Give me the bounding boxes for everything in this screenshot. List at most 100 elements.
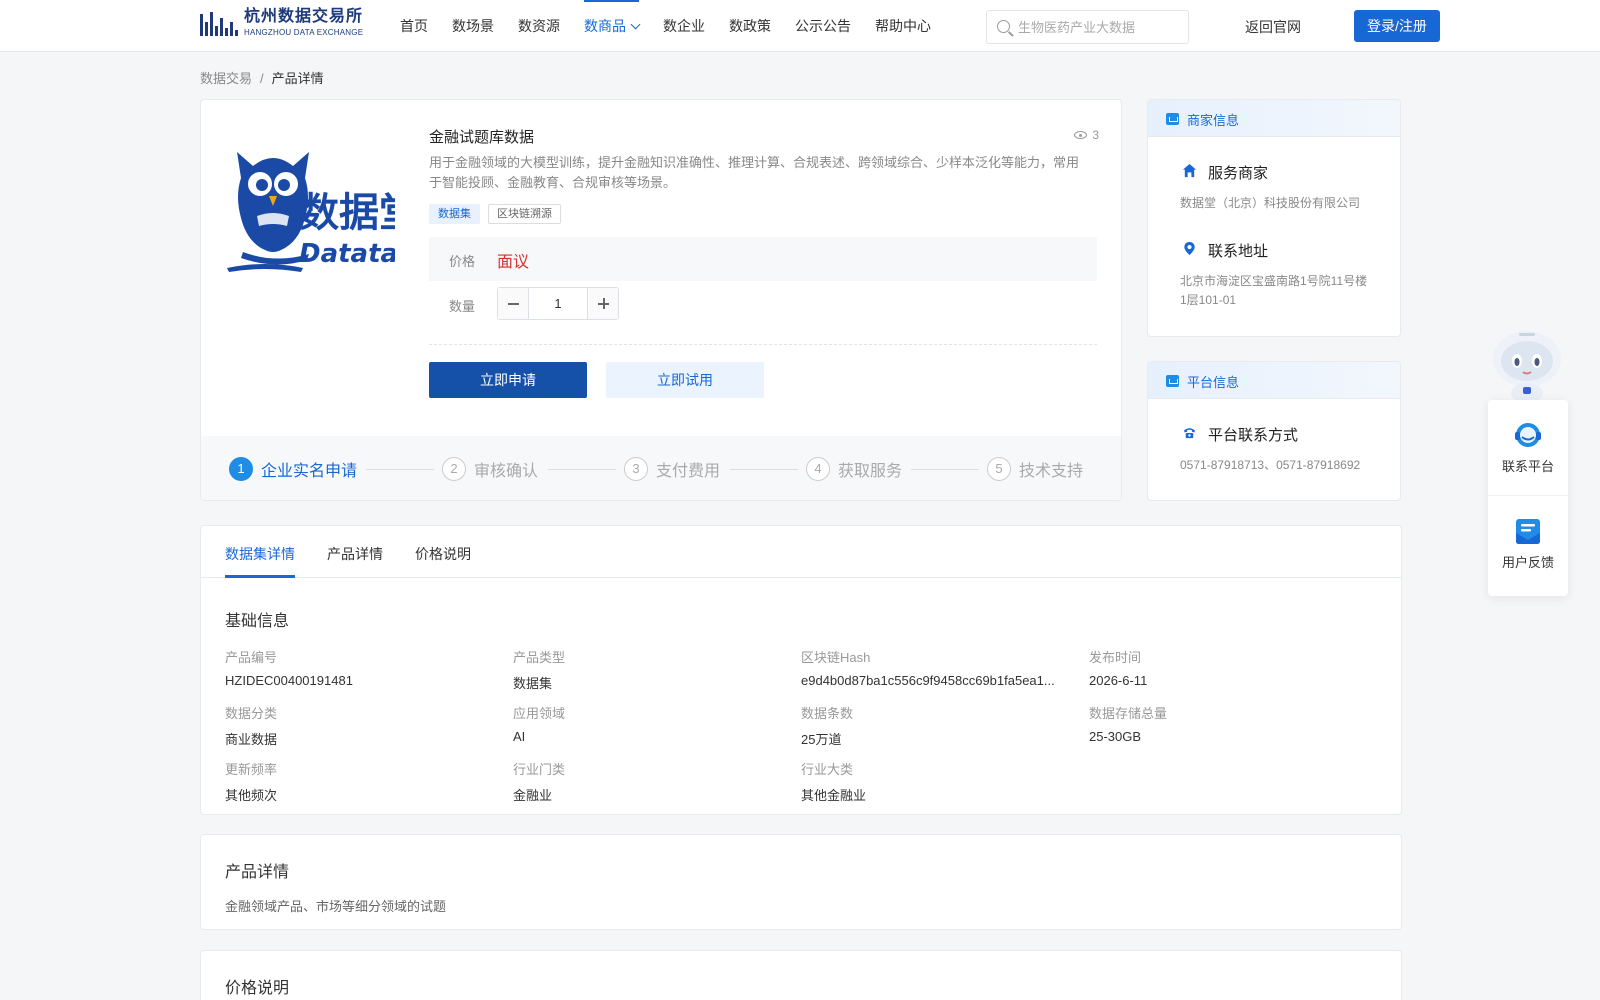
field-value: 2026-6-11 [1089, 673, 1148, 688]
basic-info-title: 基础信息 [225, 613, 290, 630]
assistant-robot-icon[interactable] [1487, 325, 1567, 403]
tag-blockchain: 区块链溯源 [488, 204, 561, 224]
field-label: 区块链Hash [801, 650, 871, 665]
eye-icon [1074, 131, 1088, 139]
nav-enterprises[interactable]: 数企业 [663, 0, 705, 52]
field-value: 金融业 [513, 788, 553, 803]
site-logo[interactable]: 杭州数据交易所 HANGZHOU DATA EXCHANGE [200, 9, 363, 37]
nav-scenarios[interactable]: 数场景 [452, 0, 494, 52]
increase-button[interactable] [587, 288, 618, 319]
price-info-card: 价格说明 [200, 950, 1402, 1000]
tab-dataset-details[interactable]: 数据集详情 [225, 544, 295, 564]
trial-button[interactable]: 立即试用 [606, 362, 764, 398]
login-register-button[interactable]: 登录/注册 [1354, 10, 1440, 42]
field-value: 其他频次 [225, 788, 278, 803]
product-detail-title: 产品详情 [225, 864, 290, 881]
nav-home[interactable]: 首页 [400, 0, 428, 52]
field-value: e9d4b0d87ba1c556c9f9458cc69b1fa5ea1... [801, 673, 1055, 688]
step-3-label: 支付费用 [656, 463, 721, 480]
step-1: 1 企业实名申请 [229, 457, 357, 481]
field-industry-major: 行业大类 其他金融业 [801, 759, 1081, 804]
search-input[interactable] [1018, 11, 1183, 43]
contact-platform-label: 联系平台 [1501, 459, 1554, 474]
nav-policies[interactable]: 数政策 [729, 0, 771, 52]
dataset-detail-card: 数据集详情 产品详情 价格说明 基础信息 产品编号 HZIDEC004001914… [200, 525, 1402, 815]
service-merchant-title: 服务商家 [1208, 165, 1269, 182]
nav-announcements[interactable]: 公示公告 [795, 0, 851, 52]
step-connector [366, 469, 434, 470]
quantity-label: 数量 [449, 299, 476, 314]
logo-mark-icon [200, 10, 238, 36]
merchant-info-title: 商家信息 [1187, 113, 1240, 128]
apply-button[interactable]: 立即申请 [429, 362, 587, 398]
platform-info-header: 平台信息 [1148, 362, 1400, 399]
product-logo-en: Datatang [299, 239, 395, 269]
view-count-value: 3 [1092, 128, 1099, 142]
active-tab-indicator [225, 575, 295, 578]
nav-help[interactable]: 帮助中心 [875, 0, 931, 52]
step-connector [730, 469, 798, 470]
field-storage-total: 数据存储总量 25-30GB [1089, 703, 1369, 744]
field-value: 25-30GB [1089, 729, 1142, 744]
user-feedback-button[interactable]: 用户反馈 [1488, 495, 1568, 571]
store-icon [1166, 113, 1179, 125]
field-label: 发布时间 [1089, 650, 1142, 665]
search-box [986, 10, 1189, 44]
field-label: 数据存储总量 [1089, 706, 1168, 721]
contact-platform-button[interactable]: 联系平台 [1488, 420, 1568, 475]
process-steps: 1 企业实名申请 2 审核确认 3 支付费用 4 获取服务 5 技术支持 [201, 436, 1121, 500]
field-label: 行业大类 [801, 762, 854, 777]
field-industry-sector: 行业门类 金融业 [513, 759, 793, 804]
step-5-number: 5 [987, 457, 1011, 481]
divider [429, 344, 1097, 345]
nav-resources[interactable]: 数资源 [518, 0, 560, 52]
field-product-id: 产品编号 HZIDEC00400191481 [225, 647, 505, 688]
product-title: 金融试题库数据 [429, 129, 535, 146]
step-4-label: 获取服务 [838, 463, 903, 480]
product-logo-cn: 数据堂 [299, 190, 395, 236]
nav-products[interactable]: 数商品 [584, 0, 641, 52]
quantity-input[interactable]: 1 [529, 288, 587, 319]
price-info-title: 价格说明 [225, 980, 290, 997]
tab-price-info[interactable]: 价格说明 [415, 544, 471, 564]
platform-info-card: 平台信息 平台联系方式 0571-87918713、0571-87918692 [1147, 361, 1401, 501]
platform-info-title: 平台信息 [1187, 375, 1240, 390]
price-value: 面议 [497, 254, 530, 271]
phone-icon [1183, 428, 1196, 439]
product-card: 数据堂 Datatang 金融试题库数据 3 用于金融领域的大模型训练，提升金融… [200, 99, 1122, 501]
field-value: 商业数据 [225, 732, 278, 747]
step-5: 5 技术支持 [987, 457, 1083, 481]
field-label: 行业门类 [513, 762, 566, 777]
top-header: 杭州数据交易所 HANGZHOU DATA EXCHANGE 首页 数场景 数资… [0, 0, 1600, 52]
field-label: 数据分类 [225, 706, 278, 721]
decrease-button[interactable] [498, 288, 529, 319]
field-label: 应用领域 [513, 706, 566, 721]
field-value: 25万道 [801, 732, 842, 747]
field-record-count: 数据条数 25万道 [801, 703, 1081, 748]
step-connector [548, 469, 616, 470]
field-label: 产品编号 [225, 650, 278, 665]
step-connector [911, 469, 979, 470]
monitor-icon [1166, 375, 1179, 387]
field-product-type: 产品类型 数据集 [513, 647, 793, 692]
field-value: AI [513, 729, 526, 744]
mail-feedback-icon [1516, 519, 1540, 544]
breadcrumb: 数据交易 / 产品详情 [200, 68, 324, 87]
logo-subtitle: HANGZHOU DATA EXCHANGE [244, 28, 364, 37]
price-label: 价格 [449, 254, 476, 269]
step-5-label: 技术支持 [1019, 463, 1084, 480]
field-label: 更新频率 [225, 762, 278, 777]
tab-product-details[interactable]: 产品详情 [327, 544, 383, 564]
breadcrumb-current: 产品详情 [271, 71, 324, 86]
field-update-frequency: 更新频率 其他频次 [225, 759, 505, 804]
step-3: 3 支付费用 [624, 457, 720, 481]
back-to-site-link[interactable]: 返回官网 [1245, 17, 1301, 37]
location-icon [1184, 241, 1195, 256]
merchant-info-header: 商家信息 [1148, 100, 1400, 137]
quantity-stepper: 1 [497, 287, 619, 320]
logo-title: 杭州数据交易所 [244, 8, 364, 25]
user-feedback-label: 用户反馈 [1501, 555, 1554, 570]
field-application-domain: 应用领域 AI [513, 703, 793, 744]
search-icon[interactable] [997, 20, 1010, 33]
breadcrumb-root[interactable]: 数据交易 [200, 71, 252, 86]
